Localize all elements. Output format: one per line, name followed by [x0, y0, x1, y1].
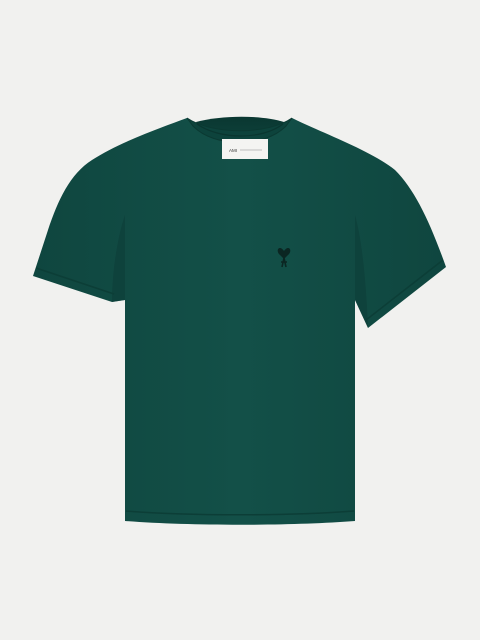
shirt-body	[33, 118, 446, 525]
neck-label-text: AMI	[229, 148, 237, 153]
t-shirt-image: AMI	[33, 116, 446, 525]
product-image-stage: AMI	[0, 0, 480, 640]
